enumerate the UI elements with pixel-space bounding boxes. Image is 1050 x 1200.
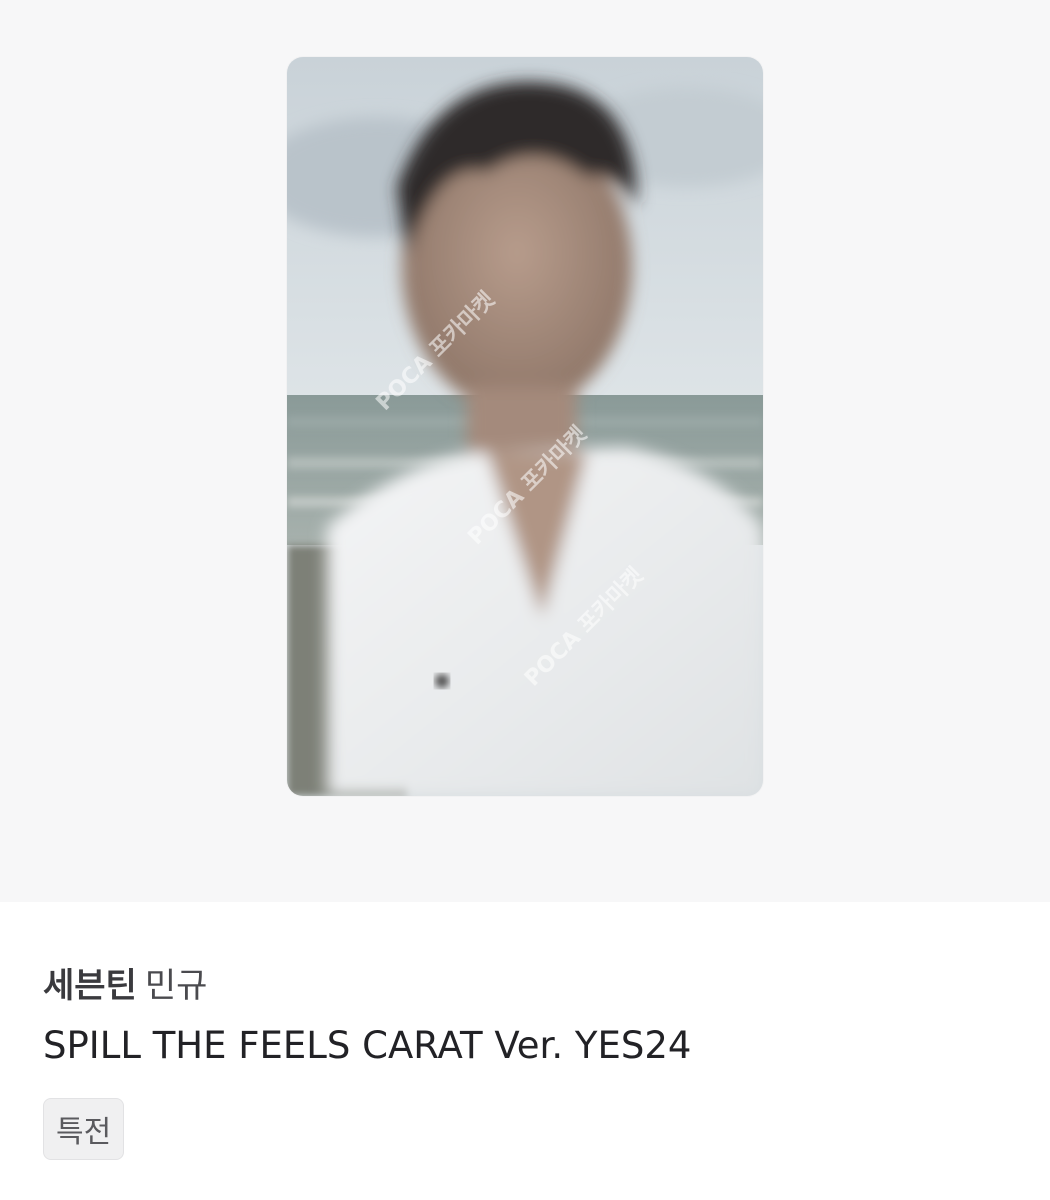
album-name: SPILL THE FEELS CARAT Ver. YES24 [43, 1024, 692, 1067]
listing-info: 세븐틴 민규 SPILL THE FEELS CARAT Ver. YES24 특… [0, 902, 1050, 1200]
category-tag[interactable]: 특전 [43, 1098, 125, 1160]
listing-title: 세븐틴 민규 [43, 962, 207, 1010]
group-name: 세븐틴 [43, 966, 137, 1006]
member-name: 민규 [144, 966, 208, 1006]
photocard-image[interactable]: POCA 포카마켓 POCA 포카마켓 POCA 포카마켓 [287, 57, 763, 796]
photo-area: POCA 포카마켓 POCA 포카마켓 POCA 포카마켓 [0, 0, 1050, 902]
